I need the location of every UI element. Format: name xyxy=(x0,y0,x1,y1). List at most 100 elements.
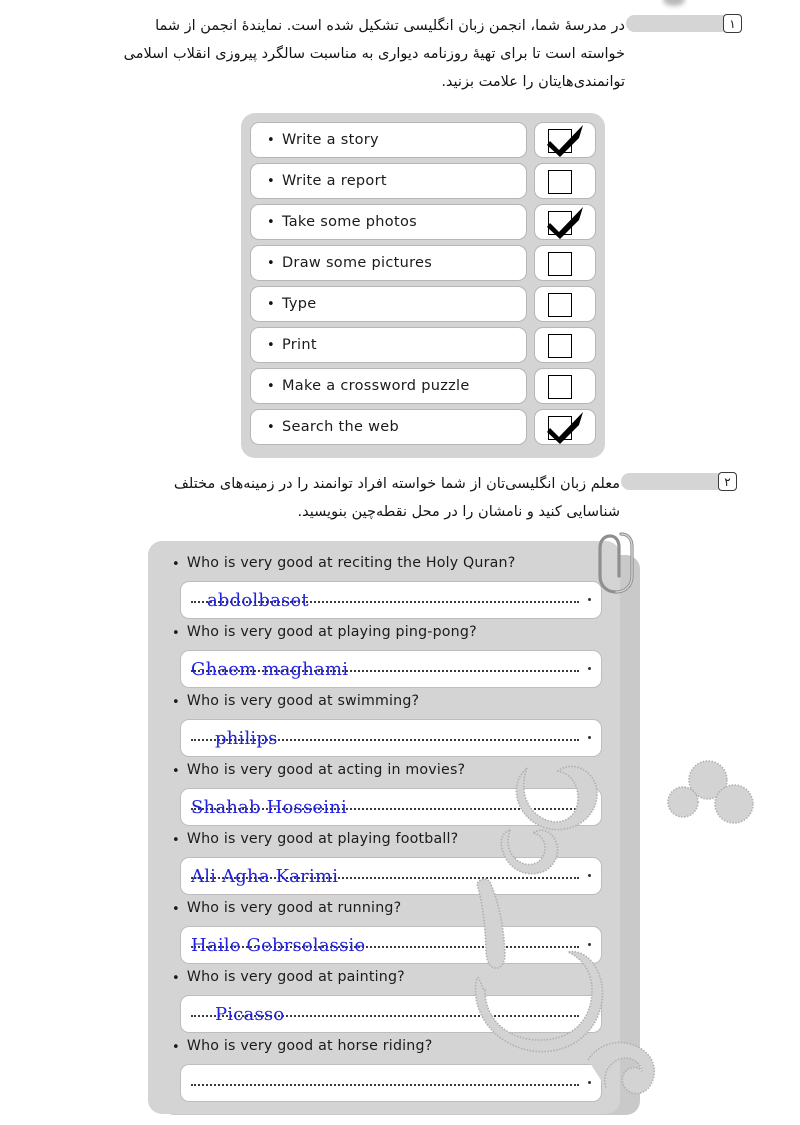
checkbox-square xyxy=(548,252,572,276)
bullet-glyph: • xyxy=(172,833,180,848)
exercise2-instruction-line-2: شناسایی کنید و نامشان را در محل نقطه‌چین… xyxy=(297,504,620,520)
checkbox-square xyxy=(548,170,572,194)
checkbox-square xyxy=(548,211,572,235)
checkbox-square xyxy=(548,293,572,317)
questions-panel: • Who is very good at reciting the Holy Q… xyxy=(148,541,620,1114)
exercise2-number-badge: ۲ xyxy=(617,472,737,491)
checklist-item-text: Take some photos xyxy=(281,214,417,230)
exercise1-badge-bar xyxy=(626,15,730,32)
answer-end-period xyxy=(588,1012,591,1015)
paperclip-icon xyxy=(598,532,634,594)
question-label: Who is very good at painting? xyxy=(186,969,405,985)
checklist-item-label-box: • Write a story xyxy=(250,122,527,158)
question-text-row: • Who is very good at acting in movies? xyxy=(172,762,602,784)
question-text-row: • Who is very good at horse riding? xyxy=(172,1038,602,1060)
bullet-glyph: • xyxy=(267,214,275,230)
question-text-row: • Who is very good at painting? xyxy=(172,969,602,991)
answer-end-period xyxy=(588,805,591,808)
exercise1-badge-number: ۱ xyxy=(723,14,742,33)
answer-handwriting: Shahab Hosseini xyxy=(191,796,347,818)
answer-end-period xyxy=(588,943,591,946)
checklist-item-text: Make a crossword puzzle xyxy=(281,378,470,394)
question-label: Who is very good at playing football? xyxy=(186,831,459,847)
checklist-row: • Type xyxy=(250,286,596,322)
answer-field[interactable]: philips xyxy=(180,719,602,757)
checklist-item-text: Search the web xyxy=(281,419,399,435)
bullet-glyph: • xyxy=(267,173,275,189)
bullet-glyph: • xyxy=(267,337,275,353)
checklist-item-text: Write a report xyxy=(281,173,387,189)
exercise1-instruction-line-2: خواسته است تا برای تهیهٔ روزنامه دیواری … xyxy=(123,46,625,62)
checklist-row: • Search the web xyxy=(250,409,596,445)
checklist-item-label-box: • Take some photos xyxy=(250,204,527,240)
answer-end-period xyxy=(588,736,591,739)
checklist-item-label-box: • Write a report xyxy=(250,163,527,199)
question-label: Who is very good at running? xyxy=(186,900,402,916)
checklist-checkbox[interactable] xyxy=(534,368,596,404)
bullet-glyph: • xyxy=(172,764,180,779)
answer-handwriting: Ali Agha Karimi xyxy=(191,865,339,887)
bullet-glyph: • xyxy=(172,695,180,710)
checklist-item-label-box: • Make a crossword puzzle xyxy=(250,368,527,404)
bullet-glyph: • xyxy=(172,626,180,641)
answer-handwriting: abdolbaset xyxy=(207,589,309,611)
checklist-checkbox[interactable] xyxy=(534,122,596,158)
checklist-row: • Print xyxy=(250,327,596,363)
checklist-checkbox[interactable] xyxy=(534,286,596,322)
answer-dotted-line xyxy=(191,1084,579,1086)
answer-field[interactable]: Shahab Hosseini xyxy=(180,788,602,826)
exercise1-instruction-line-3: توانمندی‌هایتان را علامت بزنید. xyxy=(441,74,625,90)
answer-field[interactable]: Picasso xyxy=(180,995,602,1033)
checklist-item-label-box: • Search the web xyxy=(250,409,527,445)
checklist-row: • Write a story xyxy=(250,122,596,158)
exercise1-instruction: در مدرسهٔ شما، انجمن زبان انگلیسی تشکیل … xyxy=(123,12,625,96)
checklist-checkbox[interactable] xyxy=(534,204,596,240)
exercise2-instruction-line-1: معلم زبان انگلیسی‌تان از شما خواسته افرا… xyxy=(173,476,620,492)
question-label: Who is very good at playing ping-pong? xyxy=(186,624,477,640)
bullet-glyph: • xyxy=(172,971,180,986)
bullet-glyph: • xyxy=(172,557,180,572)
checkbox-square xyxy=(548,416,572,440)
checklist-row: • Make a crossword puzzle xyxy=(250,368,596,404)
checklist-checkbox[interactable] xyxy=(534,245,596,281)
checklist-row: • Draw some pictures xyxy=(250,245,596,281)
exercise2-badge-number: ۲ xyxy=(718,472,737,491)
question-label: Who is very good at horse riding? xyxy=(186,1038,433,1054)
checklist-item-text: Draw some pictures xyxy=(281,255,433,271)
question-text-row: • Who is very good at swimming? xyxy=(172,693,602,715)
checklist-panel: • Write a story • Write a report • Take some … xyxy=(241,113,605,458)
checklist-checkbox[interactable] xyxy=(534,327,596,363)
page-top-speck xyxy=(663,0,685,6)
checklist-item-label-box: • Print xyxy=(250,327,527,363)
question-label: Who is very good at reciting the Holy Qu… xyxy=(186,555,516,571)
checklist-item-label-box: • Type xyxy=(250,286,527,322)
answer-field[interactable] xyxy=(180,1064,602,1102)
checkbox-square xyxy=(548,129,572,153)
checklist-item-text: Type xyxy=(281,296,317,312)
answer-handwriting: Haile Gebrselassie xyxy=(191,934,366,956)
answer-field[interactable]: Ali Agha Karimi xyxy=(180,857,602,895)
question-label: Who is very good at swimming? xyxy=(186,693,420,709)
question-text-row: • Who is very good at playing ping-pong? xyxy=(172,624,602,646)
answer-field[interactable]: abdolbaset xyxy=(180,581,602,619)
question-text-row: • Who is very good at playing football? xyxy=(172,831,602,853)
question-text-row: • Who is very good at running? xyxy=(172,900,602,922)
answer-field[interactable]: Haile Gebrselassie xyxy=(180,926,602,964)
checklist-item-text: Write a story xyxy=(281,132,379,148)
answer-end-period xyxy=(588,1081,591,1084)
bullet-glyph: • xyxy=(267,378,275,394)
checklist-checkbox[interactable] xyxy=(534,163,596,199)
exercise2-instruction: معلم زبان انگلیسی‌تان از شما خواسته افرا… xyxy=(140,470,620,526)
answer-handwriting: Ghaem maghami xyxy=(191,658,349,680)
checklist-checkbox[interactable] xyxy=(534,409,596,445)
answer-end-period xyxy=(588,667,591,670)
exercise1-number-badge: ۱ xyxy=(622,14,742,33)
bullet-glyph: • xyxy=(267,255,275,271)
checklist-item-label-box: • Draw some pictures xyxy=(250,245,527,281)
answer-end-period xyxy=(588,874,591,877)
answer-field[interactable]: Ghaem maghami xyxy=(180,650,602,688)
checklist-item-text: Print xyxy=(281,337,317,353)
checkbox-square xyxy=(548,334,572,358)
answer-handwriting: Picasso xyxy=(215,1003,285,1025)
bullet-glyph: • xyxy=(267,132,275,148)
